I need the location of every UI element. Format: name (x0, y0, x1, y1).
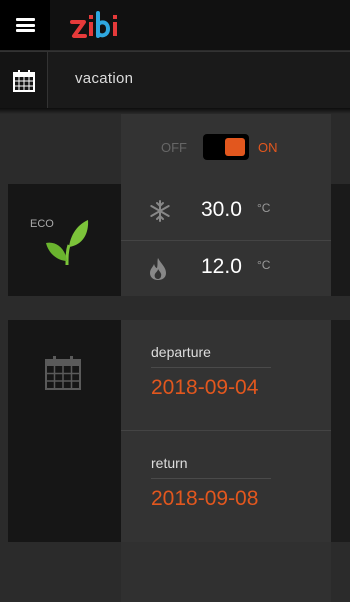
top-bar (0, 0, 350, 50)
cooling-temp-row[interactable]: 30.0 °C (121, 184, 331, 240)
on-label: ON (258, 140, 278, 155)
page-title: vacation (75, 70, 134, 87)
section-gap (0, 296, 350, 320)
leaf-icon (46, 220, 89, 266)
cooling-value: 30.0 (201, 198, 242, 221)
eco-right-strip (331, 184, 350, 296)
heating-value: 12.0 (201, 255, 242, 278)
departure-date[interactable]: 2018-09-04 (151, 376, 258, 400)
dates-right-strip (331, 320, 350, 542)
departure-underline (151, 367, 271, 368)
flame-icon (150, 258, 166, 280)
departure-field[interactable]: departure 2018-09-04 (121, 320, 331, 430)
menu-button[interactable] (0, 0, 50, 50)
calendar-icon (12, 69, 35, 92)
snowflake-icon (150, 200, 170, 222)
zibi-logo (70, 11, 117, 38)
switch-knob (225, 138, 245, 156)
toggle-left-cell (8, 114, 121, 184)
hamburger-icon (15, 18, 35, 32)
vacation-nav-button[interactable] (0, 52, 48, 109)
return-underline (151, 478, 271, 479)
cooling-unit: °C (257, 201, 271, 215)
on-off-row: OFF ON (121, 114, 331, 184)
return-date[interactable]: 2018-09-08 (151, 487, 258, 511)
eco-panel: ECO (8, 184, 121, 296)
departure-label: departure (151, 344, 211, 360)
return-label: return (151, 455, 188, 471)
heating-temp-row[interactable]: 12.0 °C (121, 241, 331, 296)
heating-unit: °C (257, 258, 271, 272)
off-label: OFF (161, 140, 187, 155)
calendar-icon (45, 356, 81, 390)
on-off-switch[interactable] (203, 134, 249, 160)
sub-header: vacation (0, 51, 350, 109)
dates-panel (8, 320, 121, 542)
bottom-center (121, 542, 331, 602)
return-field[interactable]: return 2018-09-08 (121, 431, 331, 542)
